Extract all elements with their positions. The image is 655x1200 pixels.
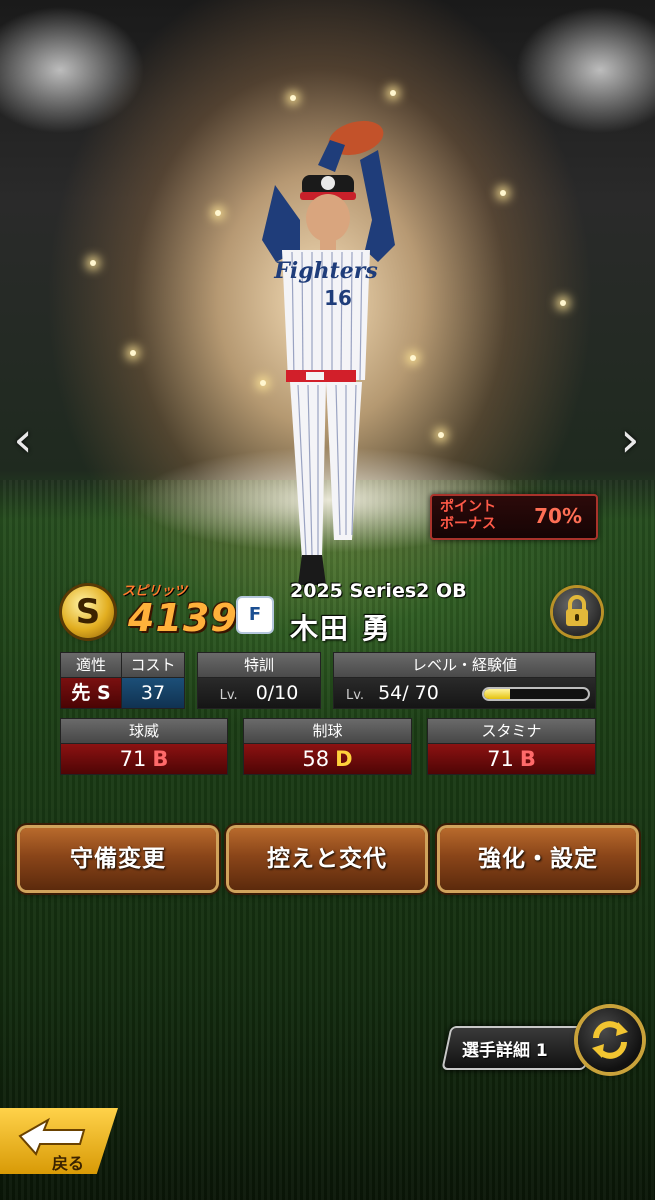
level-header: レベル・経験値 bbox=[333, 652, 596, 678]
player-detail-label[interactable]: 選手詳細 1 bbox=[462, 1036, 548, 1061]
exp-progress-fill bbox=[484, 689, 510, 699]
training-value: 0/10 bbox=[255, 682, 299, 704]
enhance-settings-button[interactable]: 強化・設定 bbox=[440, 828, 636, 890]
uniform-text: Fighters bbox=[273, 258, 378, 284]
spirits-value: 4139 bbox=[128, 596, 238, 640]
exp-progress-bar bbox=[482, 687, 590, 701]
prev-player-arrow[interactable]: ‹ bbox=[6, 410, 40, 470]
back-label[interactable]: 戻る bbox=[52, 1150, 84, 1174]
velocity-cell: 71 B bbox=[60, 743, 228, 775]
series-label: 2025 Series2 OB bbox=[290, 580, 467, 602]
control-header: 制球 bbox=[243, 718, 412, 744]
defense-change-button[interactable]: 守備変更 bbox=[20, 828, 216, 890]
point-bonus-label-line2: ボーナス bbox=[440, 516, 496, 532]
point-bonus-label: ポイント ボーナス bbox=[440, 499, 496, 533]
point-bonus-badge: ポイント ボーナス 70% bbox=[430, 494, 598, 540]
level-value: 54/ 70 bbox=[378, 682, 439, 704]
point-bonus-label-line1: ポイント bbox=[440, 499, 496, 515]
control-cell: 58 D bbox=[243, 743, 412, 775]
bench-swap-button[interactable]: 控えと交代 bbox=[229, 828, 425, 890]
uniform-number: 16 bbox=[324, 286, 352, 310]
cost-value: 37 bbox=[121, 677, 185, 709]
aptitude-header: 適性 bbox=[60, 652, 122, 678]
player-name: 木田 勇 bbox=[290, 612, 392, 645]
stamina-cell: 71 B bbox=[427, 743, 596, 775]
rank-badge-icon: S bbox=[62, 586, 114, 638]
velocity-value: 71 bbox=[119, 747, 147, 771]
stamina-grade: B bbox=[519, 747, 536, 771]
training-lv-label: Lv. bbox=[219, 688, 238, 703]
swap-view-button[interactable] bbox=[578, 1008, 642, 1072]
cost-header: コスト bbox=[121, 652, 185, 678]
aptitude-value: 先 S bbox=[60, 677, 122, 709]
swap-arrows-icon bbox=[592, 1021, 628, 1059]
stamina-header: スタミナ bbox=[427, 718, 596, 744]
team-logo-icon: F bbox=[238, 598, 272, 632]
control-grade: D bbox=[335, 747, 353, 771]
velocity-grade: B bbox=[152, 747, 169, 771]
next-player-arrow[interactable]: › bbox=[613, 410, 647, 470]
lock-button[interactable] bbox=[553, 588, 601, 636]
velocity-header: 球威 bbox=[60, 718, 228, 744]
lock-icon bbox=[566, 595, 588, 626]
training-header: 特訓 bbox=[197, 652, 321, 678]
training-cell: Lv. 0/10 bbox=[197, 677, 321, 709]
stamina-value: 71 bbox=[487, 747, 514, 771]
control-value: 58 bbox=[302, 747, 330, 771]
level-lv-label: Lv. bbox=[346, 688, 365, 703]
point-bonus-value: 70% bbox=[534, 504, 582, 528]
